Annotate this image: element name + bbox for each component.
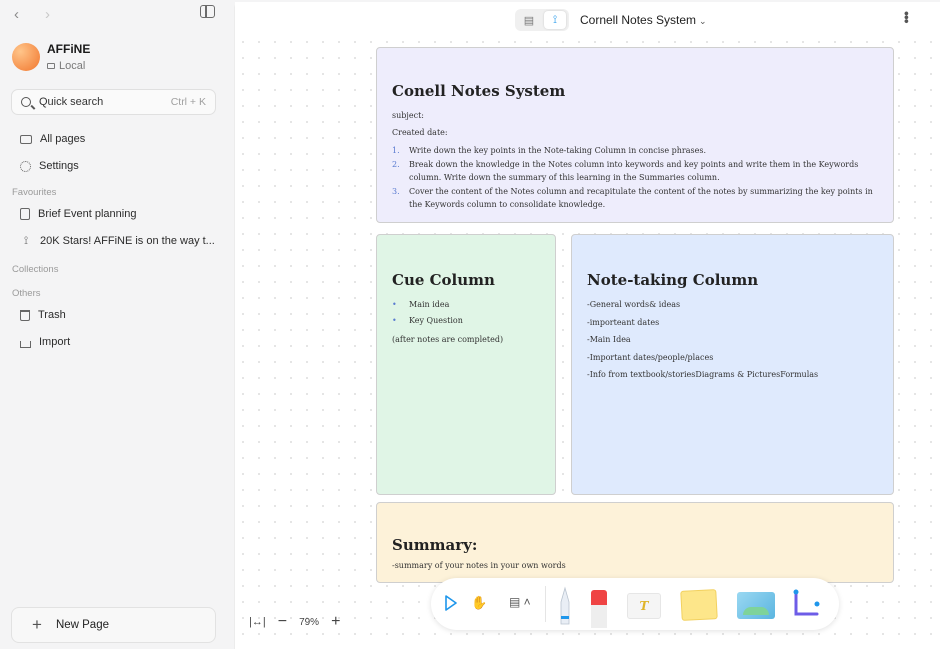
edgeless-mode-icon[interactable]: ⟟ <box>544 11 566 29</box>
workspace-avatar <box>12 43 40 71</box>
pen-tool-icon[interactable] <box>559 586 571 626</box>
section-favourites: Favourites <box>12 187 57 198</box>
edgeless-icon: ⟟ <box>23 234 29 247</box>
workspace-type: Local <box>47 60 90 72</box>
zoom-out-button[interactable]: − <box>278 613 287 631</box>
sidebar-item-favourite[interactable]: ⟟ 20K Stars! AFFiNE is on the way t... <box>20 234 215 248</box>
zoom-controls: |↔| − 79% + <box>249 613 340 631</box>
connector-tool-icon[interactable] <box>791 588 821 620</box>
edgeless-canvas[interactable]: ▤ ⟟ Cornell Notes System ⌄ ••• Conell Not… <box>234 2 940 649</box>
import-icon <box>20 340 31 348</box>
note-title: Cue Column <box>392 271 495 289</box>
cue-footer: (after notes are completed) <box>392 335 504 344</box>
header-bar: ▤ ⟟ Cornell Notes System ⌄ ••• <box>235 2 940 38</box>
note-title: Note-taking Column <box>587 271 759 289</box>
sidebar-item-import[interactable]: Import <box>20 336 70 348</box>
toolbar-divider <box>545 586 546 622</box>
zoom-in-button[interactable]: + <box>331 613 340 631</box>
new-page-button[interactable]: + New Page <box>11 607 216 643</box>
folder-icon <box>20 134 32 144</box>
search-icon <box>21 97 31 107</box>
list-number: 3. <box>392 187 400 196</box>
pointer-tool-icon[interactable] <box>444 595 458 611</box>
note-tool-icon[interactable]: ▤ ˄ <box>509 595 531 609</box>
note-line: -General words& ideas <box>587 300 681 309</box>
local-storage-icon <box>47 63 55 69</box>
list-item-text: Key Question <box>409 316 463 325</box>
note-line: -Info from textbook/storiesDiagrams & Pi… <box>587 370 819 379</box>
bullet-icon: • <box>392 316 397 325</box>
list-item-text: Write down the key points in the Note-ta… <box>409 146 707 155</box>
doc-title[interactable]: Cornell Notes System ⌄ <box>580 13 707 27</box>
zoom-level[interactable]: 79% <box>299 617 319 628</box>
cue-list: • Main idea • Key Question <box>392 298 541 327</box>
list-number: 1. <box>392 146 400 155</box>
more-menu-icon[interactable]: ••• <box>899 11 915 23</box>
sidebar-toggle-icon[interactable] <box>200 5 215 18</box>
quick-search-shortcut: Ctrl + K <box>170 96 206 108</box>
sidebar-item-label: 20K Stars! AFFiNE is on the way t... <box>40 235 215 247</box>
list-item-text: Main idea <box>409 300 450 309</box>
note-title: Conell Notes System <box>392 82 566 100</box>
note-title: Summary: <box>392 536 478 554</box>
mode-switch[interactable]: ▤ ⟟ <box>515 9 569 31</box>
sidebar-item-label: Import <box>39 336 71 348</box>
gear-icon <box>20 160 31 172</box>
workspace-switcher[interactable]: AFFiNE Local <box>12 42 90 72</box>
note-line: -Main Idea <box>587 335 631 344</box>
chevron-down-icon: ⌄ <box>699 16 707 26</box>
sidebar-item-label: All pages <box>40 133 86 145</box>
edgeless-toolbar: ✋ ▤ ˄ T <box>431 578 839 630</box>
sidebar-item-favourite[interactable]: Brief Event planning <box>20 208 136 220</box>
page-icon <box>20 208 30 220</box>
history-nav: ‹ › <box>14 6 50 23</box>
list-number: 2. <box>392 160 400 169</box>
note-notetaking-column[interactable]: Note-taking Column -General words& ideas… <box>571 234 894 495</box>
subject-field: subject: <box>392 111 424 120</box>
list-item: • Main idea <box>392 298 541 311</box>
sidebar-item-label: Brief Event planning <box>38 208 137 220</box>
bullet-icon: • <box>392 300 397 309</box>
section-collections: Collections <box>12 264 59 275</box>
page-mode-icon[interactable]: ▤ <box>518 11 540 29</box>
section-others: Others <box>12 288 41 299</box>
sticky-note-tool-icon[interactable] <box>680 589 718 621</box>
sidebar-item-label: Trash <box>38 309 66 321</box>
steps-list: 1. Write down the key points in the Note-… <box>392 144 879 211</box>
note-header[interactable]: Conell Notes System subject: Created dat… <box>376 47 894 223</box>
quick-search[interactable]: Quick search Ctrl + K <box>11 89 216 115</box>
workspace-name: AFFiNE <box>47 42 91 56</box>
note-summary[interactable]: Summary: -summary of your notes in your … <box>376 502 894 583</box>
text-tool-icon[interactable]: T <box>627 593 661 619</box>
created-date-field: Created date: <box>392 128 448 137</box>
sidebar-item-trash[interactable]: Trash <box>20 309 66 321</box>
list-item-text: Cover the content of the Notes column an… <box>409 187 873 209</box>
hand-tool-icon[interactable]: ✋ <box>471 595 487 611</box>
new-page-label: New Page <box>55 619 109 631</box>
list-item: • Key Question <box>392 314 541 327</box>
list-item: 2. Break down the knowledge in the Notes … <box>392 158 879 184</box>
back-arrow-icon[interactable]: ‹ <box>14 6 19 23</box>
sidebar-item-all-pages[interactable]: All pages <box>20 133 85 145</box>
list-item: 3. Cover the content of the Notes column … <box>392 185 879 211</box>
quick-search-label: Quick search <box>39 96 104 108</box>
trash-icon <box>20 309 30 321</box>
image-tool-icon[interactable] <box>737 592 775 619</box>
note-cue-column[interactable]: Cue Column • Main idea • Key Question (aft… <box>376 234 556 495</box>
list-item-text: Break down the knowledge in the Notes co… <box>409 160 859 182</box>
sidebar-item-label: Settings <box>39 160 79 172</box>
note-line: -importeant dates <box>587 317 660 327</box>
sidebar: ‹ › AFFiNE Local Quick search Ctrl + K A… <box>0 0 232 649</box>
workspace-type-label: Local <box>59 60 86 72</box>
doc-title-text: Cornell Notes System <box>580 13 697 27</box>
highlighter-tool-icon[interactable] <box>591 590 607 628</box>
fit-to-screen-icon[interactable]: |↔| <box>249 616 266 628</box>
summary-text: -summary of your notes in your own words <box>392 561 566 570</box>
note-line: -Important dates/people/places <box>587 352 714 362</box>
forward-arrow-icon[interactable]: › <box>45 6 50 23</box>
plus-icon: + <box>32 615 42 634</box>
sidebar-item-settings[interactable]: Settings <box>20 160 79 172</box>
list-item: 1. Write down the key points in the Note-… <box>392 144 879 157</box>
